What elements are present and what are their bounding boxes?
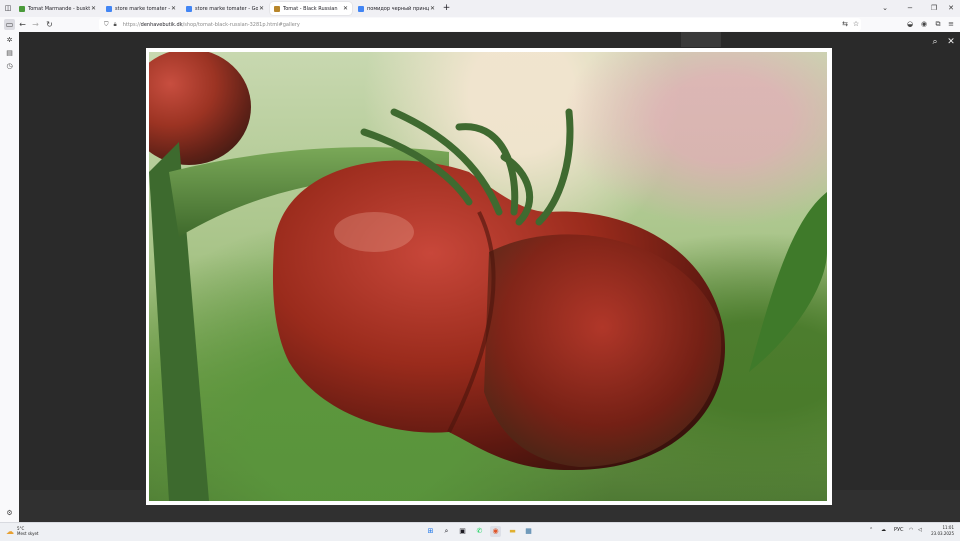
firefox-view-icon[interactable]: ◫ xyxy=(3,3,13,13)
weather-condition: Mest skyet xyxy=(17,531,39,536)
tab[interactable]: помидор черный принц фото✕ xyxy=(354,2,439,15)
reload-button[interactable]: ↻ xyxy=(44,19,55,30)
tab-close-icon[interactable]: ✕ xyxy=(258,5,265,12)
page-behind-overlay xyxy=(681,32,721,47)
settings-icon[interactable]: ⚙ xyxy=(4,508,15,519)
minimize-button[interactable]: − xyxy=(903,2,917,14)
cloud-icon[interactable]: ☁ xyxy=(881,527,886,533)
account-icon[interactable]: ◉ xyxy=(919,19,929,30)
tab[interactable]: store marke tomater - Google - ✕ xyxy=(182,2,268,15)
close-window-button[interactable]: ✕ xyxy=(944,2,958,14)
back-button[interactable]: ← xyxy=(17,19,28,30)
star-icon[interactable]: ☆ xyxy=(851,19,861,30)
tab[interactable]: store marke tomater - Google - ✕ xyxy=(102,2,180,15)
file-explorer-icon[interactable]: ▬ xyxy=(507,526,518,537)
clock[interactable]: 11:01 23.03.2025 xyxy=(931,525,954,537)
tab[interactable]: Tomat - Black Russian ✕ xyxy=(270,2,352,15)
tomato-illustration xyxy=(149,52,827,501)
firefox-icon[interactable]: ◉ xyxy=(490,526,501,537)
tab-label: store marke tomater - Google - xyxy=(195,5,258,12)
tab-label: Tomat Marmande - busktomat | xyxy=(28,5,90,12)
weather-icon: ☁ xyxy=(6,526,14,536)
pocket-icon[interactable]: ◒ xyxy=(905,19,915,30)
shield-icon[interactable]: ⛉ xyxy=(104,21,109,29)
bookmarks-icon[interactable]: ▤ xyxy=(4,48,15,59)
translate-icon[interactable]: ⇆ xyxy=(840,19,850,30)
background-tomato xyxy=(149,52,251,165)
tab[interactable]: Tomat Marmande - busktomat | ✕ xyxy=(15,2,100,15)
list-tabs-button[interactable]: ⌄ xyxy=(878,2,892,14)
google-icon xyxy=(106,5,112,12)
forward-button[interactable]: → xyxy=(30,19,41,30)
search-icon[interactable]: ⌕ xyxy=(441,526,452,537)
google-icon xyxy=(186,5,192,12)
extensions-icon[interactable]: ⧉ xyxy=(933,19,943,30)
tab-close-icon[interactable]: ✕ xyxy=(342,5,349,12)
tab-close-icon[interactable]: ✕ xyxy=(429,5,436,12)
tab-close-icon[interactable]: ✕ xyxy=(90,5,97,12)
shop-icon xyxy=(274,5,280,12)
lock-icon[interactable]: 🔒︎ xyxy=(114,21,117,29)
url-text[interactable]: https://denhavebutik.dk/shop/tomat-black… xyxy=(123,22,300,28)
restore-button[interactable]: ❐ xyxy=(927,2,941,14)
language-indicator[interactable]: РУС xyxy=(894,527,904,533)
close-lightbox-button[interactable]: ✕ xyxy=(945,36,957,48)
leaf xyxy=(749,192,827,372)
windows-start-icon[interactable]: ⊞ xyxy=(425,526,436,537)
tab-bar: ◫ Tomat Marmande - busktomat | ✕store ma… xyxy=(0,0,960,17)
tomato-highlight xyxy=(334,212,414,252)
image-lightbox: ⌕ ✕ xyxy=(19,32,960,522)
whatsapp-icon[interactable]: ✆ xyxy=(474,526,485,537)
new-tab-button[interactable]: + xyxy=(441,3,452,14)
google-icon xyxy=(358,5,364,12)
tray-chevron-icon[interactable]: ⌃ xyxy=(869,527,873,533)
sidebar-toggle-button[interactable]: ▭ xyxy=(4,19,15,30)
volume-icon[interactable]: ◁ xyxy=(918,527,922,533)
app-icon[interactable]: ▦ xyxy=(523,526,534,537)
url-bar[interactable]: ⛉ 🔒︎ https://denhavebutik.dk/shop/tomat-… xyxy=(99,18,861,31)
task-view-icon[interactable]: ▣ xyxy=(457,526,468,537)
tomato-photo[interactable] xyxy=(149,52,827,501)
leaf-icon xyxy=(19,5,25,12)
history-icon[interactable]: ◷ xyxy=(4,61,15,72)
tab-label: помидор черный принц фото xyxy=(367,5,429,12)
menu-icon[interactable]: ≡ xyxy=(946,19,956,30)
tab-label: store marke tomater - Google - xyxy=(115,5,170,12)
taskbar: ☁ 5°C Mest skyet ⊞ ⌕ ▣ ✆ ◉ ▬ ▦ ⌃ ☁ РУС ◠ … xyxy=(0,522,960,541)
weather-widget[interactable]: ☁ 5°C Mest skyet xyxy=(6,526,39,536)
sidebar: ✲ ▤ ◷ ⚙ xyxy=(0,32,19,522)
navigation-bar: ▭ ← → ↻ ⛉ 🔒︎ https://denhavebutik.dk/sho… xyxy=(0,17,960,33)
tab-close-icon[interactable]: ✕ xyxy=(170,5,177,12)
tab-label: Tomat - Black Russian xyxy=(283,5,338,12)
wifi-icon[interactable]: ◠ xyxy=(909,527,913,533)
zoom-icon[interactable]: ⌕ xyxy=(929,36,941,48)
ai-chat-icon[interactable]: ✲ xyxy=(4,35,15,46)
image-frame xyxy=(146,48,832,505)
